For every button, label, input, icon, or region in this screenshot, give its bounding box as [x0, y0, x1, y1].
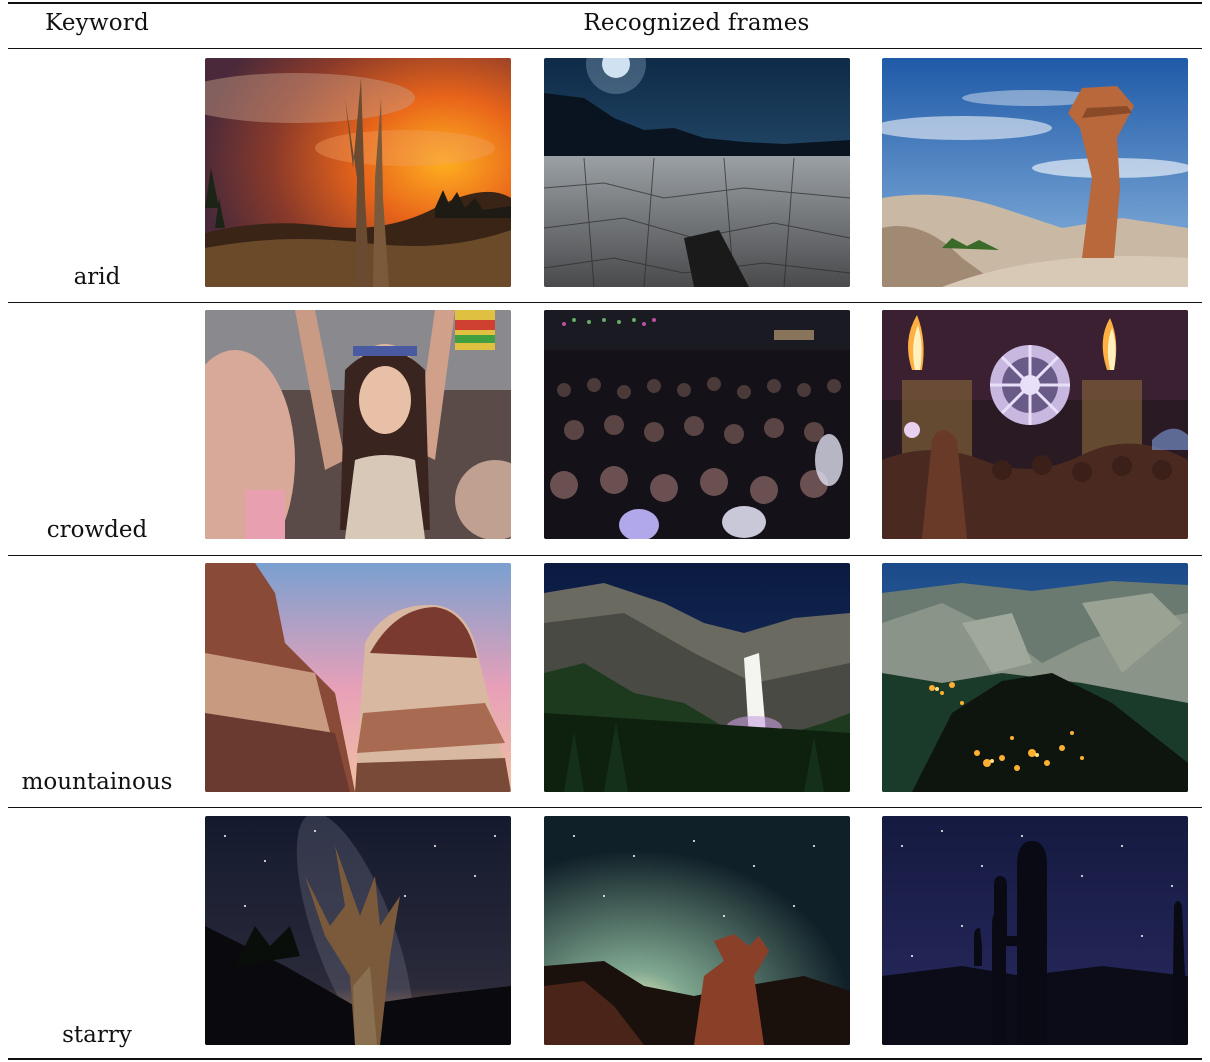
frames-column-header: Recognized frames — [583, 10, 810, 36]
red-rocks-icon — [205, 563, 511, 792]
cracked-desert-icon — [544, 58, 850, 287]
rock-pillar-icon — [882, 58, 1188, 287]
waterfall-icon — [544, 563, 850, 792]
keyword-label: crowded — [46, 517, 148, 543]
cactus-stars-icon — [882, 816, 1188, 1045]
row-separator — [8, 807, 1202, 808]
concert-crowd-icon — [544, 310, 850, 539]
header-rule — [8, 48, 1202, 49]
keyword-label: arid — [73, 264, 121, 290]
row-separator — [8, 302, 1202, 303]
sunset-tree-icon — [205, 58, 511, 287]
crowd-closeup-icon — [205, 310, 511, 539]
keyword-label: mountainous — [21, 769, 173, 795]
valley-fire-icon — [882, 563, 1188, 792]
keyword-column-header: Keyword — [45, 10, 149, 36]
stage-flames-icon — [882, 310, 1188, 539]
row-separator — [8, 555, 1202, 556]
milky-way-tree-icon — [205, 816, 511, 1045]
star-rock-icon — [544, 816, 850, 1045]
top-rule — [8, 2, 1202, 4]
keyword-label: starry — [62, 1022, 132, 1048]
bottom-rule — [8, 1058, 1202, 1060]
